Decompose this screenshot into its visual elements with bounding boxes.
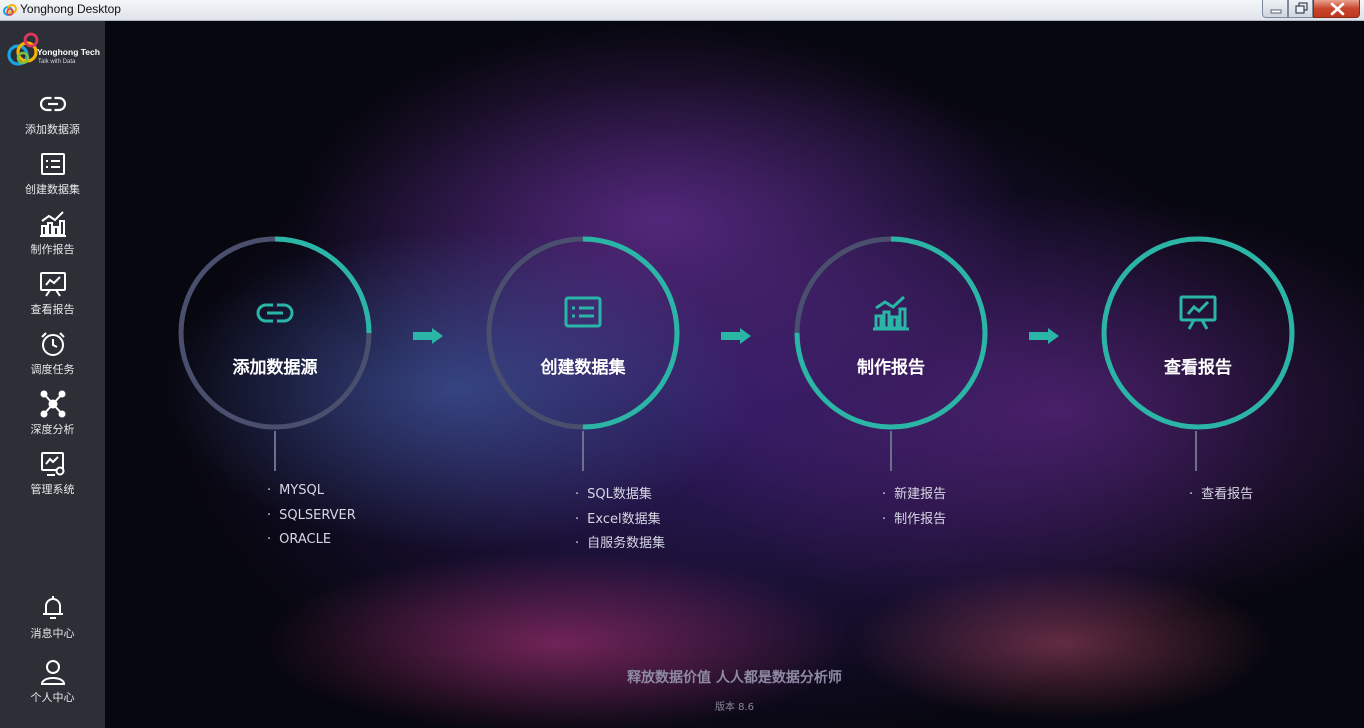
sidebar-item-deep-analysis[interactable]: 深度分析 [0, 389, 105, 445]
close-button[interactable] [1313, 0, 1360, 18]
minimize-icon [1270, 9, 1282, 14]
sidebar-item-create-dataset[interactable]: 创建数据集 [0, 149, 105, 205]
dataset-icon [564, 296, 602, 328]
restore-icon [1295, 2, 1308, 14]
arrow-right-icon [413, 328, 443, 344]
main-workflow-area: 添加数据源 · MYSQL · SQLSERVER · ORACLE 创建数据集 · S… [105, 21, 1364, 728]
list-item[interactable]: · MYSQL [267, 483, 356, 508]
minimize-button[interactable] [1262, 0, 1288, 18]
view-report-option-list: · 查看报告 [1189, 483, 1253, 508]
sidebar-item-label: 添加数据源 [25, 123, 80, 136]
step-title: 查看报告 [1164, 358, 1232, 378]
step-title: 创建数据集 [540, 358, 626, 378]
user-icon [40, 660, 66, 685]
sidebar: Yonghong Tech Talk with Data 添加数据源 创建数据集… [0, 21, 105, 728]
footer-slogan: 释放数据价值 人人都是数据分析师 [627, 670, 842, 686]
list-item[interactable]: · Excel数据集 [575, 508, 665, 533]
step-make-report[interactable]: 制作报告 [793, 235, 989, 431]
sidebar-item-label: 深度分析 [30, 423, 75, 436]
settings-monitor-icon [41, 452, 65, 476]
sidebar-item-message-center[interactable]: 消息中心 [0, 593, 105, 649]
sidebar-item-admin-system[interactable]: 管理系统 [0, 449, 105, 505]
list-item[interactable]: · 自服务数据集 [575, 532, 665, 557]
yonghong-logo-icon [7, 32, 39, 66]
step-connector-line [582, 431, 584, 471]
report-option-list: · 新建报告 · 制作报告 [882, 483, 946, 532]
sidebar-item-label: 查看报告 [30, 303, 75, 316]
dataset-option-list: · SQL数据集 · Excel数据集 · 自服务数据集 [575, 483, 665, 557]
chart-icon [873, 295, 909, 331]
step-title: 添加数据源 [232, 358, 318, 378]
chart-icon [40, 211, 66, 237]
step-connector-line [890, 431, 892, 471]
progress-ring [1101, 236, 1295, 430]
arrow-right-icon [721, 328, 751, 344]
presentation-icon [1179, 295, 1217, 330]
sidebar-item-label: 消息中心 [30, 627, 75, 640]
step-connector-line [274, 431, 276, 471]
step-view-report[interactable]: 查看报告 [1100, 235, 1296, 431]
progress-ring [486, 236, 680, 430]
list-item[interactable]: · ORACLE [267, 532, 356, 557]
dataset-icon [41, 153, 65, 175]
list-item[interactable]: · 查看报告 [1189, 483, 1253, 508]
sidebar-item-add-datasource[interactable]: 添加数据源 [0, 89, 105, 145]
step-title: 制作报告 [857, 358, 925, 378]
sidebar-item-view-report[interactable]: 查看报告 [0, 269, 105, 325]
progress-ring [178, 236, 372, 430]
presentation-icon [40, 272, 66, 297]
alarm-clock-icon [41, 332, 65, 356]
list-item[interactable]: · SQL数据集 [575, 483, 665, 508]
step-add-datasource[interactable]: 添加数据源 [177, 235, 373, 431]
sidebar-item-label: 制作报告 [30, 243, 75, 256]
link-icon [39, 96, 67, 112]
list-item[interactable]: · SQLSERVER [267, 508, 356, 533]
step-connector-line [1195, 431, 1197, 471]
list-item[interactable]: · 新建报告 [882, 483, 946, 508]
progress-ring [794, 236, 988, 430]
sidebar-item-label: 调度任务 [30, 363, 75, 376]
link-icon [256, 302, 294, 324]
logo-slogan: Talk with Data [38, 59, 76, 65]
sidebar-item-schedule-task[interactable]: 调度任务 [0, 329, 105, 385]
sidebar-item-personal-center[interactable]: 个人中心 [0, 657, 105, 713]
bell-icon [43, 596, 63, 619]
app-logo-icon [3, 4, 17, 16]
window-title: Yonghong Desktop [20, 2, 121, 16]
title-bar: Yonghong Desktop [0, 0, 1364, 21]
logo-name: Yonghong Tech [37, 47, 100, 57]
version-label: 版本 8.6 [714, 702, 755, 713]
step-create-dataset[interactable]: 创建数据集 [485, 235, 681, 431]
maximize-button[interactable] [1288, 0, 1313, 18]
arrow-right-icon [1029, 328, 1059, 344]
network-icon [40, 390, 66, 418]
sidebar-item-label: 创建数据集 [25, 183, 80, 196]
logo[interactable]: Yonghong Tech Talk with Data [7, 31, 102, 73]
sidebar-item-label: 管理系统 [30, 483, 75, 496]
sidebar-item-label: 个人中心 [30, 691, 75, 704]
sidebar-item-make-report[interactable]: 制作报告 [0, 209, 105, 265]
close-icon [1330, 2, 1345, 16]
datasource-option-list: · MYSQL · SQLSERVER · ORACLE [267, 483, 356, 557]
list-item[interactable]: · 制作报告 [882, 508, 946, 533]
